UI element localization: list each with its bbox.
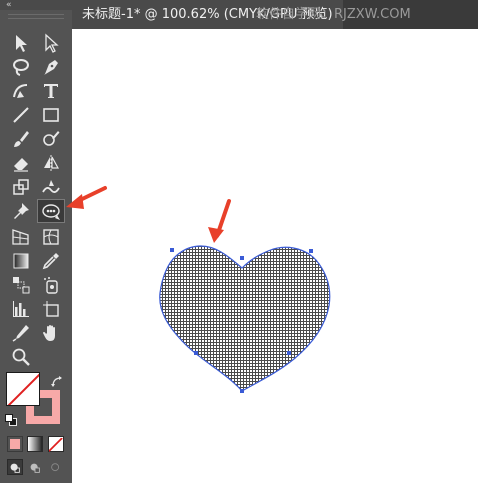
eraser-icon xyxy=(14,158,28,172)
slice-tool[interactable] xyxy=(8,322,34,344)
zoom-icon xyxy=(12,348,30,366)
none-icon xyxy=(48,437,63,452)
shaper-tool[interactable] xyxy=(38,128,64,150)
hand-tool[interactable] xyxy=(38,322,64,344)
none-slash-icon xyxy=(7,373,39,405)
selection-tool[interactable] xyxy=(8,32,34,54)
hollow-arrow-icon xyxy=(45,33,59,53)
arrow-icon xyxy=(16,35,27,52)
artboard-canvas[interactable] xyxy=(72,29,478,483)
warp-icon xyxy=(42,180,60,193)
swap-fill-stroke-button[interactable] xyxy=(50,374,64,388)
draw-behind-icon xyxy=(30,463,40,473)
artboard-icon xyxy=(43,301,59,317)
panel-grip[interactable] xyxy=(8,14,64,19)
watermark-text: 软件自学网：RJZXW.COM xyxy=(256,7,411,22)
line-icon xyxy=(13,107,29,123)
perspective-grid-tool[interactable] xyxy=(8,226,34,248)
blend-icon xyxy=(13,277,30,294)
paintbrush-tool[interactable] xyxy=(8,128,34,150)
shape-builder-icon xyxy=(42,204,60,220)
curvature-tool[interactable] xyxy=(8,80,34,102)
draw-inside-button[interactable] xyxy=(48,459,64,475)
eraser-tool[interactable] xyxy=(8,152,34,174)
default-colors-button[interactable] xyxy=(5,414,17,426)
scale-tool[interactable] xyxy=(8,176,34,198)
gradient-tool[interactable] xyxy=(8,250,34,272)
heart-path[interactable] xyxy=(159,245,331,392)
rectangle-icon xyxy=(43,108,59,122)
mesh-tool[interactable] xyxy=(38,226,64,248)
magic-wand-tool[interactable] xyxy=(8,56,34,78)
default-fill-mini xyxy=(5,414,13,422)
line-tool[interactable] xyxy=(8,104,34,126)
slice-icon xyxy=(12,325,29,342)
eyedropper-icon xyxy=(42,253,59,270)
perspective-icon xyxy=(12,229,29,245)
panel-collapse-button[interactable]: « xyxy=(0,0,72,10)
none-mode-button[interactable] xyxy=(48,436,64,452)
column-graph-tool[interactable] xyxy=(8,298,34,320)
collapse-icon: « xyxy=(6,0,12,10)
gradient-mode-button[interactable] xyxy=(27,436,43,452)
fill-swatch[interactable] xyxy=(6,372,40,406)
hand-icon xyxy=(43,325,55,341)
symbol-sprayer-tool[interactable] xyxy=(38,274,64,296)
brush-icon xyxy=(14,131,29,147)
gradient-icon xyxy=(13,253,29,269)
mesh-icon xyxy=(43,229,59,245)
puppet-warp-tool[interactable] xyxy=(8,200,34,222)
draw-inside-icon xyxy=(51,463,60,472)
pen-icon xyxy=(44,60,58,75)
anchor-point[interactable] xyxy=(240,256,244,260)
anchor-point[interactable] xyxy=(170,248,174,252)
type-tool[interactable] xyxy=(38,80,64,102)
draw-normal-icon xyxy=(10,463,20,473)
anchor-point[interactable] xyxy=(287,351,291,355)
type-icon xyxy=(44,84,58,98)
anchor-point[interactable] xyxy=(309,249,313,253)
anchor-point[interactable] xyxy=(240,389,244,393)
symbol-icon xyxy=(44,277,58,294)
reflect-icon xyxy=(44,155,60,171)
eyedropper-tool[interactable] xyxy=(38,250,64,272)
draw-normal-button[interactable] xyxy=(7,459,23,475)
color-mode-button[interactable] xyxy=(7,436,23,452)
pin-icon xyxy=(14,203,29,219)
zoom-tool[interactable] xyxy=(8,346,34,368)
scale-icon xyxy=(13,179,29,195)
tools-panel: « xyxy=(0,0,72,483)
color-swatch xyxy=(10,439,20,449)
artboard-tool[interactable] xyxy=(38,298,64,320)
rectangle-tool[interactable] xyxy=(38,104,64,126)
draw-behind-button[interactable] xyxy=(27,459,43,475)
annotation-arrow-canvas xyxy=(208,199,231,243)
annotation-arrow-toolbar xyxy=(66,186,107,209)
swap-icon xyxy=(51,376,62,387)
shaper-icon xyxy=(43,131,60,146)
pen-tool[interactable] xyxy=(38,56,64,78)
direct-selection-tool[interactable] xyxy=(38,32,64,54)
graph-icon xyxy=(13,301,29,317)
curvature-icon xyxy=(13,84,28,98)
lasso-icon xyxy=(13,59,29,76)
anchor-point[interactable] xyxy=(194,351,198,355)
canvas-drawing xyxy=(159,199,331,393)
reflect-tool[interactable] xyxy=(38,152,64,174)
blend-tool[interactable] xyxy=(8,274,34,296)
